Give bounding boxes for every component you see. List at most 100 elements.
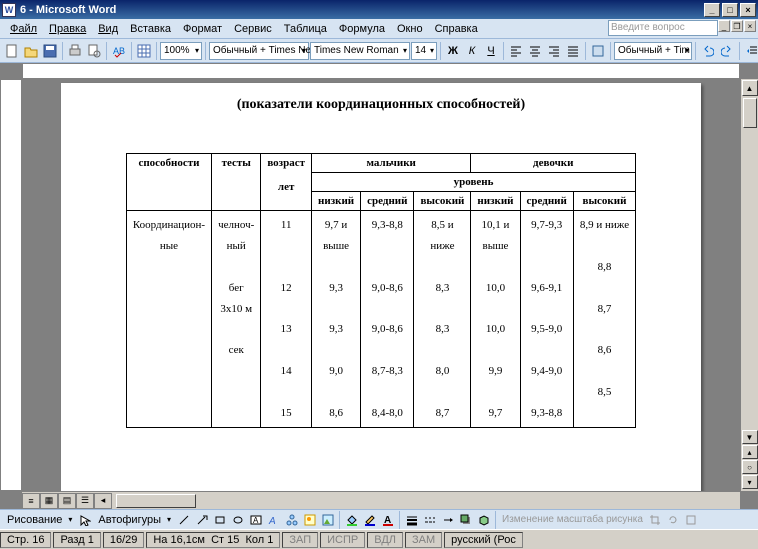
align-center-button[interactable] — [526, 42, 544, 60]
svg-text:A: A — [253, 516, 259, 525]
prev-page-button[interactable]: ▴ — [742, 445, 758, 459]
vertical-scrollbar[interactable]: ▲ ▼ ▴ ○ ▾ — [740, 79, 758, 491]
rectangle-button[interactable] — [211, 511, 228, 528]
td-ability: Координацион- ные — [126, 211, 211, 428]
menu-insert[interactable]: Вставка — [124, 21, 177, 37]
maximize-button[interactable]: □ — [722, 3, 738, 17]
status-ext[interactable]: ВДЛ — [367, 532, 403, 548]
font-combo[interactable]: Times New Roman — [310, 42, 410, 60]
clipart-button[interactable] — [301, 511, 318, 528]
view-outline-button[interactable]: ☰ — [76, 493, 94, 509]
zoom-combo[interactable]: 100% — [160, 42, 202, 60]
menu-edit[interactable]: Правка — [43, 21, 92, 37]
font-color-button[interactable]: A — [379, 511, 396, 528]
status-trk[interactable]: ИСПР — [320, 532, 365, 548]
browse-object-button[interactable]: ○ — [742, 460, 758, 474]
bold-button[interactable]: Ж — [444, 42, 462, 60]
dash-style-button[interactable] — [421, 511, 438, 528]
close-button[interactable]: × — [740, 3, 756, 17]
line-button[interactable] — [175, 511, 192, 528]
underline-button[interactable]: Ч — [482, 42, 500, 60]
td-b-mid: 9,3-8,8 9,0-8,6 9,0-8,6 8,7-8,3 8,4-8,0 — [361, 211, 414, 428]
th-boys: мальчики — [312, 154, 471, 173]
th-ability: способности — [126, 154, 211, 211]
line-style-button[interactable] — [403, 511, 420, 528]
doc-minimize-button[interactable]: _ — [718, 20, 730, 32]
open-button[interactable] — [22, 42, 40, 60]
menu-help[interactable]: Справка — [429, 21, 484, 37]
status-pages: 16/29 — [103, 532, 145, 548]
scroll-down-button[interactable]: ▼ — [742, 430, 758, 444]
th-age: возрастлет — [261, 154, 312, 211]
new-doc-button[interactable] — [3, 42, 21, 60]
menu-file[interactable]: Файл — [4, 21, 43, 37]
oval-button[interactable] — [229, 511, 246, 528]
menu-view[interactable]: Вид — [92, 21, 124, 37]
3d-button[interactable] — [475, 511, 492, 528]
document-area: (показатели координационных способностей… — [0, 63, 758, 509]
hscroll-left-button[interactable]: ◂ — [94, 493, 112, 509]
shadow-button[interactable] — [457, 511, 474, 528]
diagram-button[interactable] — [283, 511, 300, 528]
view-normal-button[interactable]: ≡ — [22, 493, 40, 509]
line-color-button[interactable] — [361, 511, 378, 528]
textbox-button[interactable]: A — [247, 511, 264, 528]
doc-close-button[interactable]: × — [744, 20, 756, 32]
status-at: На 16,1см — [153, 534, 205, 546]
menu-formula[interactable]: Формула — [333, 21, 391, 37]
paragraph-button[interactable] — [589, 42, 607, 60]
td-b-high: 8,5 и ниже 8,3 8,3 8,0 8,7 — [414, 211, 471, 428]
menu-tools[interactable]: Сервис — [228, 21, 278, 37]
align-justify-button[interactable] — [564, 42, 582, 60]
arrow-style-button[interactable] — [439, 511, 456, 528]
align-left-button[interactable] — [507, 42, 525, 60]
document-viewport[interactable]: (показатели координационных способностей… — [22, 79, 740, 491]
status-col: Кол 1 — [245, 534, 273, 546]
drawing-menu[interactable]: Рисование — [3, 512, 75, 528]
wordart-button[interactable]: A — [265, 511, 282, 528]
status-rec[interactable]: ЗАП — [282, 532, 318, 548]
italic-button[interactable]: К — [463, 42, 481, 60]
view-print-button[interactable]: ▤ — [58, 493, 76, 509]
outdent-button[interactable] — [743, 42, 758, 60]
horizontal-scrollbar[interactable]: ≡ ▦ ▤ ☰ ◂ — [22, 491, 740, 509]
drawing-toolbar: Рисование Автофигуры A A A Изменение мас… — [0, 509, 758, 529]
scroll-thumb[interactable] — [743, 98, 757, 128]
insert-picture-button[interactable] — [319, 511, 336, 528]
minimize-button[interactable]: _ — [704, 3, 720, 17]
view-web-button[interactable]: ▦ — [40, 493, 58, 509]
insert-table-button[interactable] — [135, 42, 153, 60]
menu-table[interactable]: Таблица — [278, 21, 333, 37]
rotate-button[interactable] — [665, 511, 682, 528]
ask-question-input[interactable]: Введите вопрос — [608, 20, 718, 36]
compress-button[interactable] — [683, 511, 700, 528]
redo-button[interactable] — [718, 42, 736, 60]
th-girls-mid: средний — [520, 192, 573, 211]
save-button[interactable] — [41, 42, 59, 60]
fill-color-button[interactable] — [343, 511, 360, 528]
doc-restore-button[interactable]: ❐ — [731, 20, 743, 32]
horizontal-ruler[interactable] — [22, 63, 740, 79]
th-level: уровень — [312, 173, 636, 192]
style2-combo[interactable]: Обычный + Tim — [614, 42, 692, 60]
undo-button[interactable] — [699, 42, 717, 60]
align-right-button[interactable] — [545, 42, 563, 60]
crop-button[interactable] — [647, 511, 664, 528]
hscroll-thumb[interactable] — [116, 494, 196, 508]
status-ovr[interactable]: ЗАМ — [405, 532, 442, 548]
scroll-up-button[interactable]: ▲ — [742, 80, 758, 96]
th-boys-low: низкий — [312, 192, 361, 211]
print-preview-button[interactable] — [85, 42, 103, 60]
menu-window[interactable]: Окно — [391, 21, 429, 37]
fontsize-combo[interactable]: 14 — [411, 42, 437, 60]
vertical-ruler[interactable] — [0, 79, 22, 491]
spelling-button[interactable]: AB — [110, 42, 128, 60]
print-button[interactable] — [66, 42, 84, 60]
autoshapes-menu[interactable]: Автофигуры — [94, 512, 174, 528]
select-objects-button[interactable] — [76, 511, 93, 528]
status-lang[interactable]: русский (Рос — [444, 532, 523, 548]
arrow-button[interactable] — [193, 511, 210, 528]
next-page-button[interactable]: ▾ — [742, 475, 758, 489]
menu-format[interactable]: Формат — [177, 21, 228, 37]
style-combo[interactable]: Обычный + Times Ne — [209, 42, 309, 60]
